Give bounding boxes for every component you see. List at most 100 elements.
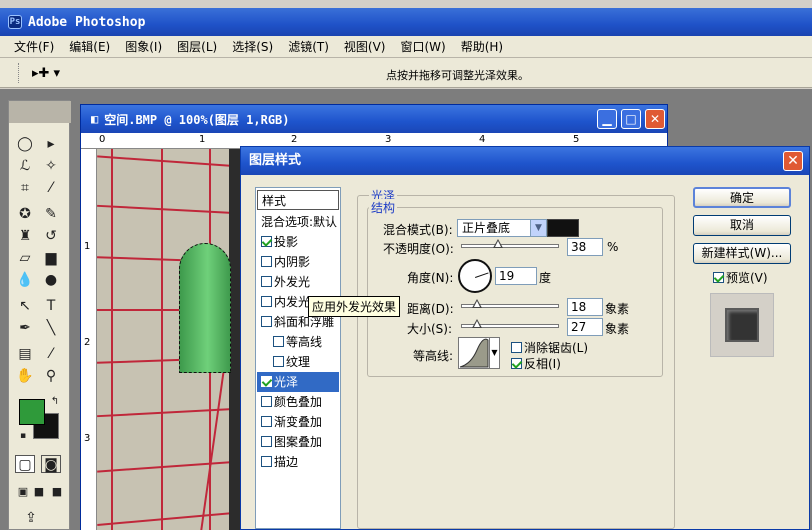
size-slider[interactable] [461, 319, 559, 328]
style-item-blending-options[interactable]: 混合选项:默认 [257, 212, 339, 232]
menu-window[interactable]: 窗口(W) [400, 38, 445, 55]
close-document-button[interactable]: ✕ [645, 109, 665, 129]
style-item-color-overlay[interactable]: 颜色叠加 [257, 392, 339, 412]
style-item-gradient-overlay[interactable]: 渐变叠加 [257, 412, 339, 432]
blur-tool-icon[interactable]: 💧 [15, 271, 35, 289]
ok-button[interactable]: 确定 [693, 187, 791, 208]
style-item-texture[interactable]: 纹理 [257, 352, 339, 372]
chevron-down-icon[interactable]: ▼ [489, 338, 499, 368]
pen-tool-icon[interactable]: ✒ [15, 319, 35, 337]
standard-mode-icon[interactable]: ▢ [15, 455, 35, 473]
menu-image[interactable]: 图象(I) [125, 38, 162, 55]
crop-tool-icon[interactable]: ⌗ [15, 179, 35, 197]
quick-mask-mode-icon[interactable]: ◙ [41, 455, 61, 473]
style-item-satin[interactable]: 光泽 [257, 372, 339, 392]
checkbox-icon[interactable] [273, 356, 284, 367]
style-item-drop-shadow[interactable]: 投影 [257, 232, 339, 252]
checkbox-icon[interactable] [511, 342, 522, 353]
contour-curve-icon [459, 338, 489, 368]
path-selection-tool-icon[interactable]: ↖ [15, 297, 35, 315]
checkbox-icon[interactable] [261, 236, 272, 247]
opacity-slider[interactable] [461, 239, 559, 248]
antialias-checkbox[interactable]: 消除锯齿(L) [511, 339, 588, 356]
gradient-tool-icon[interactable]: ▆ [41, 249, 61, 267]
menu-select[interactable]: 选择(S) [232, 38, 273, 55]
hand-tool-icon[interactable]: ✋ [15, 367, 35, 385]
size-input[interactable]: 27 [567, 318, 603, 336]
foreground-color-swatch[interactable] [19, 399, 45, 425]
distance-input[interactable]: 18 [567, 298, 603, 316]
checkbox-icon[interactable] [511, 358, 522, 369]
slider-thumb-icon[interactable] [472, 299, 482, 308]
eraser-tool-icon[interactable]: ▱ [15, 249, 35, 267]
invert-checkbox[interactable]: 反相(I) [511, 355, 561, 372]
toolbox-header[interactable] [9, 101, 71, 123]
menu-help[interactable]: 帮助(H) [461, 38, 503, 55]
checkbox-icon[interactable] [261, 396, 272, 407]
slider-thumb-icon[interactable] [472, 319, 482, 328]
menu-view[interactable]: 视图(V) [344, 38, 386, 55]
style-item-pattern-overlay[interactable]: 图案叠加 [257, 432, 339, 452]
menu-file[interactable]: 文件(F) [14, 38, 54, 55]
style-item-stroke[interactable]: 描边 [257, 452, 339, 472]
style-item-inner-shadow[interactable]: 内阴影 [257, 252, 339, 272]
eyedropper-tool-icon[interactable]: ⁄ [41, 345, 61, 363]
green-arch-shape[interactable] [179, 243, 231, 373]
dodge-tool-icon[interactable]: ● [41, 271, 61, 289]
satin-color-swatch[interactable] [547, 219, 579, 237]
default-colors-icon[interactable]: ▪ [13, 427, 33, 445]
swap-colors-icon[interactable]: ↰ [45, 393, 65, 411]
dialog-title[interactable]: 图层样式 [241, 147, 809, 175]
checkbox-icon[interactable] [261, 416, 272, 427]
zoom-tool-icon[interactable]: ⚲ [41, 367, 61, 385]
menu-filter[interactable]: 滤镜(T) [288, 38, 329, 55]
minimize-button[interactable]: ▁ [597, 109, 617, 129]
magic-wand-tool-icon[interactable]: ✧ [41, 157, 61, 175]
maximize-button[interactable]: □ [621, 109, 641, 129]
chevron-down-icon[interactable]: ▼ [530, 220, 546, 236]
checkbox-icon[interactable] [261, 436, 272, 447]
style-item-contour[interactable]: 等高线 [257, 332, 339, 352]
brush-tool-icon[interactable]: ✎ [41, 205, 61, 223]
checkbox-icon[interactable] [261, 296, 272, 307]
marquee-tool-icon[interactable]: ◯ [15, 135, 35, 153]
jump-to-imageready-icon[interactable]: ⇪ [21, 509, 41, 527]
clone-stamp-tool-icon[interactable]: ♜ [15, 227, 35, 245]
move-tool-icon[interactable]: ▸ [41, 135, 61, 153]
screen-mode-full-icon[interactable]: ■ [47, 483, 67, 501]
screen-mode-full-menu-icon[interactable]: ■ [29, 483, 49, 501]
checkbox-icon[interactable] [261, 276, 272, 287]
menu-edit[interactable]: 编辑(E) [69, 38, 110, 55]
styles-header[interactable]: 样式 [257, 190, 339, 210]
lasso-tool-icon[interactable]: ℒ [15, 157, 35, 175]
checkbox-icon[interactable] [261, 456, 272, 467]
healing-brush-tool-icon[interactable]: ✪ [15, 205, 35, 223]
opacity-input[interactable]: 38 [567, 238, 603, 256]
cancel-button[interactable]: 取消 [693, 215, 791, 236]
distance-slider[interactable] [461, 299, 559, 308]
dialog-close-button[interactable]: ✕ [783, 151, 803, 171]
angle-dial[interactable] [458, 259, 492, 293]
preview-checkbox[interactable]: 预览(V) [713, 269, 768, 286]
document-titlebar[interactable]: ◧ 空间.BMP @ 100%(图层 1,RGB) [81, 105, 667, 133]
slice-tool-icon[interactable]: ⁄ [41, 179, 61, 197]
angle-input[interactable]: 19 [495, 267, 537, 285]
style-item-outer-glow[interactable]: 外发光 [257, 272, 339, 292]
checkbox-icon[interactable] [261, 376, 272, 387]
vertical-ruler: 1 2 3 [81, 149, 97, 530]
type-tool-icon[interactable]: T [41, 297, 61, 315]
checkbox-icon[interactable] [713, 272, 724, 283]
line-tool-icon[interactable]: ╲ [41, 319, 61, 337]
notes-tool-icon[interactable]: ▤ [15, 345, 35, 363]
blend-mode-select[interactable]: 正片叠底 ▼ [457, 219, 547, 237]
checkbox-icon[interactable] [261, 316, 272, 327]
new-style-button[interactable]: 新建样式(W)... [693, 243, 791, 264]
history-brush-tool-icon[interactable]: ↺ [41, 227, 61, 245]
checkbox-icon[interactable] [273, 336, 284, 347]
options-bar-grip[interactable] [18, 63, 21, 83]
menu-layer[interactable]: 图层(L) [177, 38, 217, 55]
slider-thumb-icon[interactable] [493, 239, 503, 248]
move-tool-preset-icon[interactable]: ▸✚ ▾ [32, 66, 60, 81]
contour-picker[interactable]: ▼ [458, 337, 500, 369]
checkbox-icon[interactable] [261, 256, 272, 267]
